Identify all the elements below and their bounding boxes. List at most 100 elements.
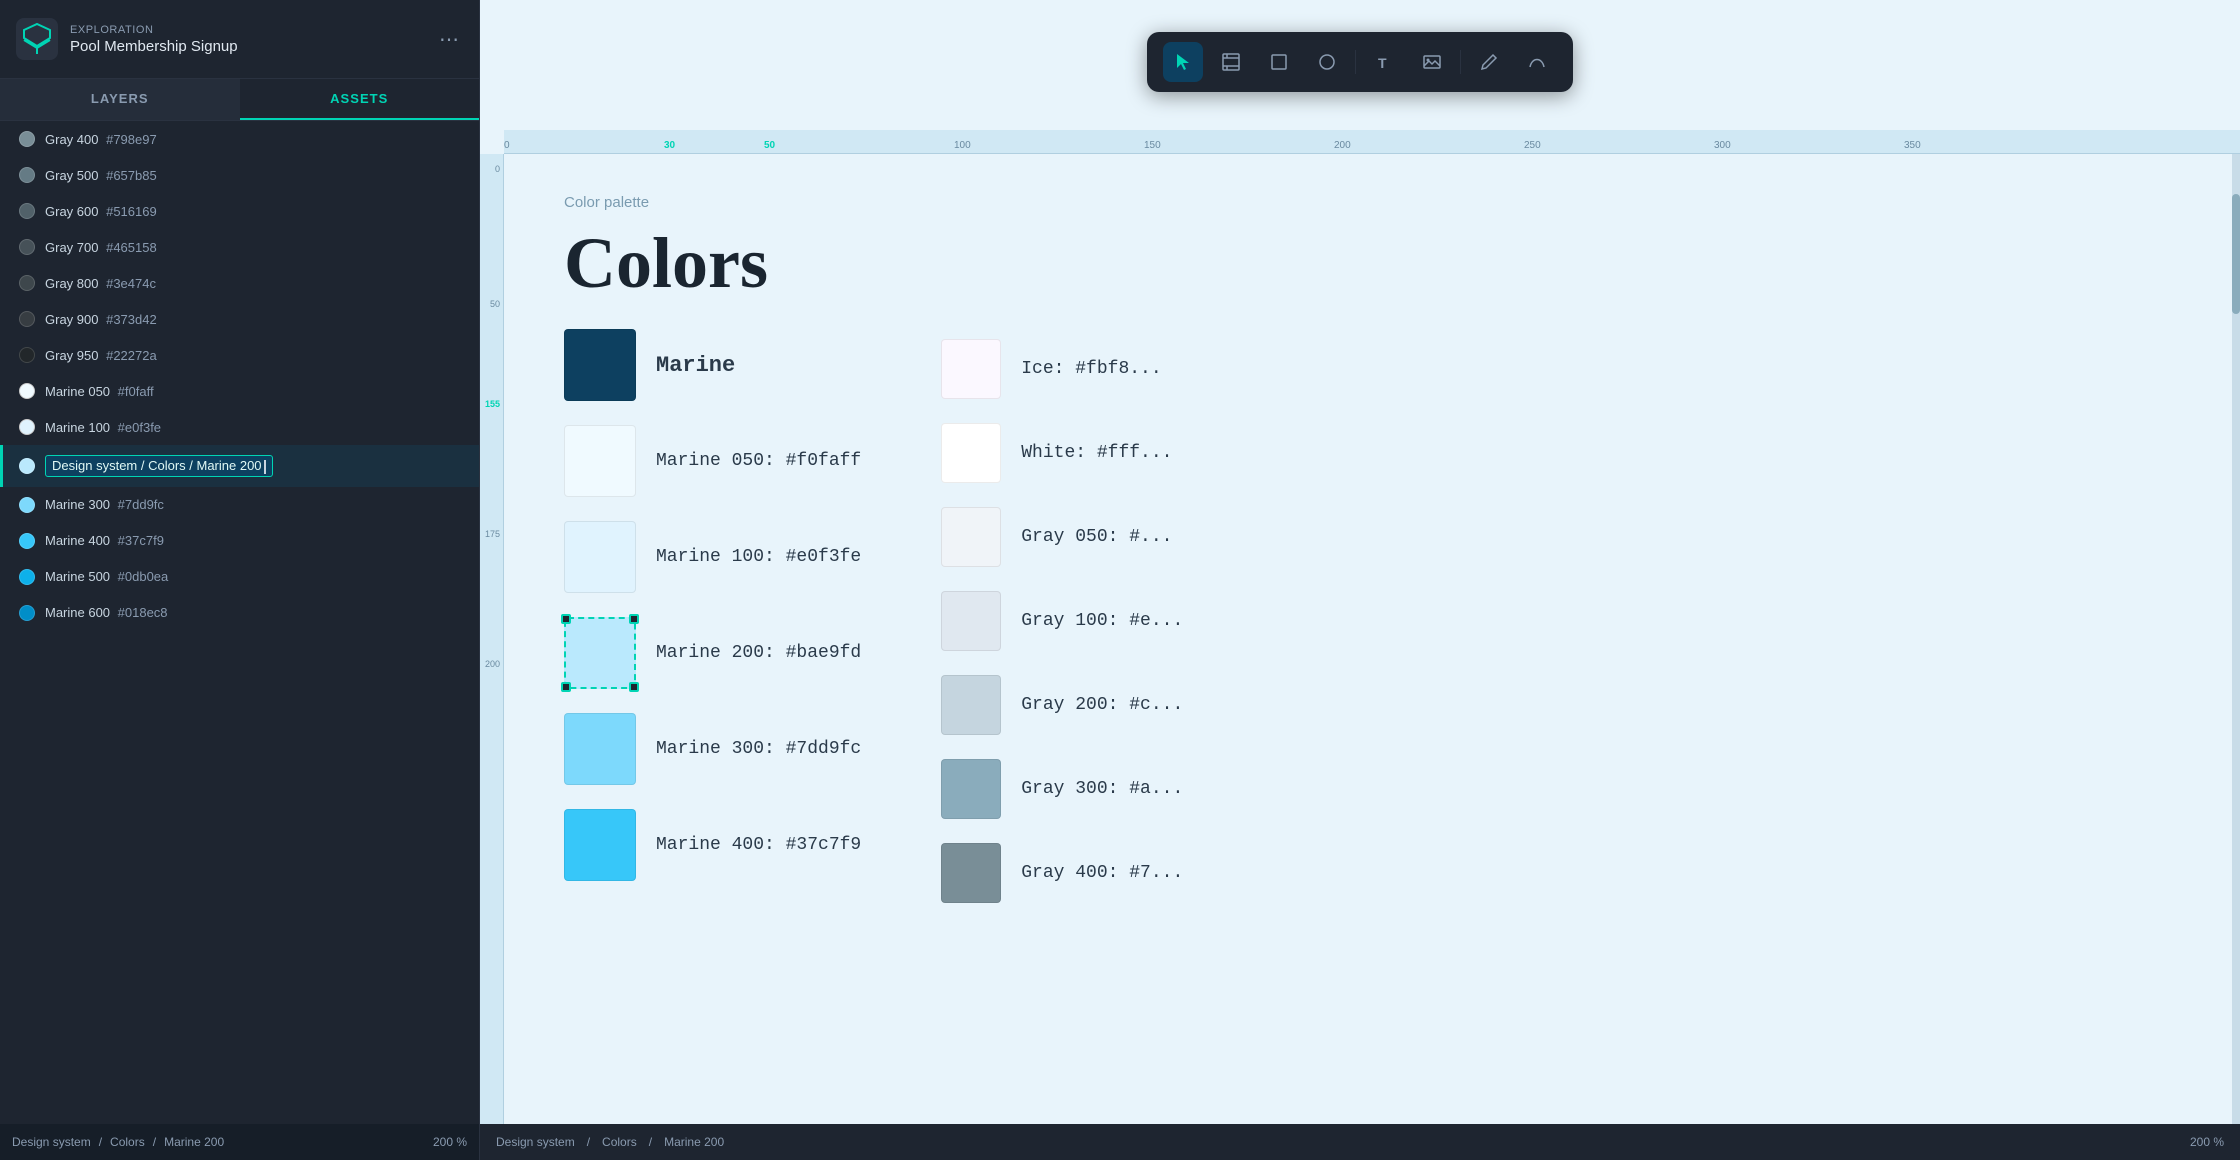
status-slash1: /	[99, 1135, 102, 1149]
ruler-left-mark-50: 50	[490, 299, 500, 309]
color-row-marine-300: Marine 300: #7dd9fc	[564, 703, 861, 795]
tool-pen[interactable]	[1469, 42, 1509, 82]
tool-image[interactable]	[1412, 42, 1452, 82]
left-panel: EXPLORATION Pool Membership Signup ⋯ LAY…	[0, 0, 480, 1160]
layer-name: Gray 600 #516169	[45, 204, 157, 219]
handle-tr	[629, 614, 639, 624]
color-label-marine-050: Marine 050: #f0faff	[656, 451, 861, 471]
color-swatch-marine-200	[564, 617, 636, 689]
svg-text:T: T	[1378, 55, 1387, 71]
color-dot	[19, 533, 35, 549]
color-row-marine-200[interactable]: Marine 200: #bae9fd	[564, 607, 861, 699]
layer-item[interactable]: Marine 400 #37c7f9	[0, 523, 479, 559]
canvas-status-colors: Colors	[602, 1135, 637, 1149]
color-swatch-gray-050	[941, 507, 1001, 567]
ruler-left-mark-200: 200	[485, 659, 500, 669]
color-dot	[19, 131, 35, 147]
handle-tl	[561, 614, 571, 624]
status-percent: 200 %	[433, 1135, 467, 1149]
layer-item[interactable]: Marine 500 #0db0ea	[0, 559, 479, 595]
canvas-scrollbar[interactable]	[2232, 154, 2240, 1124]
canvas-breadcrumb: Color palette	[564, 194, 2172, 211]
ruler-mark-50: 50	[764, 140, 775, 151]
color-row-ice: Ice: #fbf8...	[941, 329, 1183, 409]
left-status-bar: Design system / Colors / Marine 200 200 …	[0, 1124, 479, 1160]
layer-item[interactable]: Gray 500 #657b85	[0, 157, 479, 193]
layer-item[interactable]: Marine 300 #7dd9fc	[0, 487, 479, 523]
layer-item-selected[interactable]: Design system / Colors / Marine 200	[0, 445, 479, 487]
color-label-gray-400: Gray 400: #7...	[1021, 863, 1183, 883]
ruler-left-mark-155: 155	[485, 399, 500, 409]
ruler-left-mark-0: 0	[495, 164, 500, 174]
layer-item[interactable]: Marine 050 #f0faff	[0, 373, 479, 409]
panel-tabs: LAYERS ASSETS	[0, 79, 479, 121]
tab-layers[interactable]: LAYERS	[0, 79, 240, 120]
ruler-left-mark-175: 175	[485, 529, 500, 539]
color-label-marine-400: Marine 400: #37c7f9	[656, 835, 861, 855]
color-label-gray-300: Gray 300: #a...	[1021, 779, 1183, 799]
ruler-left: 0 50 155 175 200	[480, 154, 504, 1124]
color-dot	[19, 311, 35, 327]
layers-list[interactable]: Gray 400 #798e97 Gray 500 #657b85 Gray 6…	[0, 121, 479, 1124]
color-dot	[19, 239, 35, 255]
color-swatch-gray-400	[941, 843, 1001, 903]
layer-item[interactable]: Gray 700 #465158	[0, 229, 479, 265]
tool-divider-2	[1460, 50, 1461, 74]
canvas-heading: Colors	[564, 227, 2172, 299]
layer-name: Gray 400 #798e97	[45, 132, 157, 147]
tab-assets[interactable]: ASSETS	[240, 79, 480, 120]
color-label-marine-100: Marine 100: #e0f3fe	[656, 547, 861, 567]
canvas-status-percent: 200 %	[2190, 1135, 2224, 1149]
status-slash2: /	[153, 1135, 156, 1149]
color-label-white: White: #fff...	[1021, 443, 1172, 463]
tool-select[interactable]	[1163, 42, 1203, 82]
app-label: EXPLORATION	[70, 24, 435, 36]
app-header: EXPLORATION Pool Membership Signup ⋯	[0, 0, 479, 79]
tool-text[interactable]: T	[1364, 42, 1404, 82]
layer-item[interactable]: Marine 100 #e0f3fe	[0, 409, 479, 445]
layer-name: Marine 500 #0db0ea	[45, 569, 168, 584]
tool-circle[interactable]	[1307, 42, 1347, 82]
canvas-status-design-system: Design system	[496, 1135, 575, 1149]
color-row-white: White: #fff...	[941, 413, 1183, 493]
color-columns: Marine Marine 050: #f0faff Marine 100: #…	[564, 319, 2172, 913]
color-row-gray-100: Gray 100: #e...	[941, 581, 1183, 661]
right-color-column: Ice: #fbf8... White: #fff... Gray 050: #…	[941, 319, 1183, 913]
color-swatch-marine-400	[564, 809, 636, 881]
layer-item[interactable]: Gray 900 #373d42	[0, 301, 479, 337]
toolbar: T	[1147, 32, 1573, 92]
color-label-gray-050: Gray 050: #...	[1021, 527, 1172, 547]
color-label-gray-100: Gray 100: #e...	[1021, 611, 1183, 631]
canvas-area: T 0 30 50 100 150	[480, 0, 2240, 1160]
app-title: Pool Membership Signup	[70, 38, 435, 55]
color-swatch-white	[941, 423, 1001, 483]
layer-name: Marine 100 #e0f3fe	[45, 420, 161, 435]
ruler-mark-350: 350	[1904, 140, 1921, 151]
tool-frame[interactable]	[1211, 42, 1251, 82]
layer-item[interactable]: Gray 950 #22272a	[0, 337, 479, 373]
color-label-ice: Ice: #fbf8...	[1021, 359, 1161, 379]
layer-item[interactable]: Gray 800 #3e474c	[0, 265, 479, 301]
layer-name: Gray 950 #22272a	[45, 348, 157, 363]
ruler-mark-300: 300	[1714, 140, 1731, 151]
color-swatch-marine	[564, 329, 636, 401]
layer-item[interactable]: Gray 600 #516169	[0, 193, 479, 229]
color-dot	[19, 167, 35, 183]
canvas-status-marine: Marine 200	[664, 1135, 724, 1149]
color-swatch-gray-200	[941, 675, 1001, 735]
color-row-gray-050: Gray 050: #...	[941, 497, 1183, 577]
ruler-mark-0: 0	[504, 140, 510, 151]
tool-divider	[1355, 50, 1356, 74]
layer-item[interactable]: Marine 600 #018ec8	[0, 595, 479, 631]
color-row-marine: Marine	[564, 319, 861, 411]
ruler-mark-150: 150	[1144, 140, 1161, 151]
ruler-mark-30: 30	[664, 140, 675, 151]
tool-path[interactable]	[1517, 42, 1557, 82]
more-button[interactable]: ⋯	[435, 23, 463, 56]
color-dot	[19, 419, 35, 435]
color-row-marine-400: Marine 400: #37c7f9	[564, 799, 861, 891]
canvas-scrollbar-thumb[interactable]	[2232, 194, 2240, 314]
color-dot	[19, 569, 35, 585]
tool-rect[interactable]	[1259, 42, 1299, 82]
layer-item[interactable]: Gray 400 #798e97	[0, 121, 479, 157]
